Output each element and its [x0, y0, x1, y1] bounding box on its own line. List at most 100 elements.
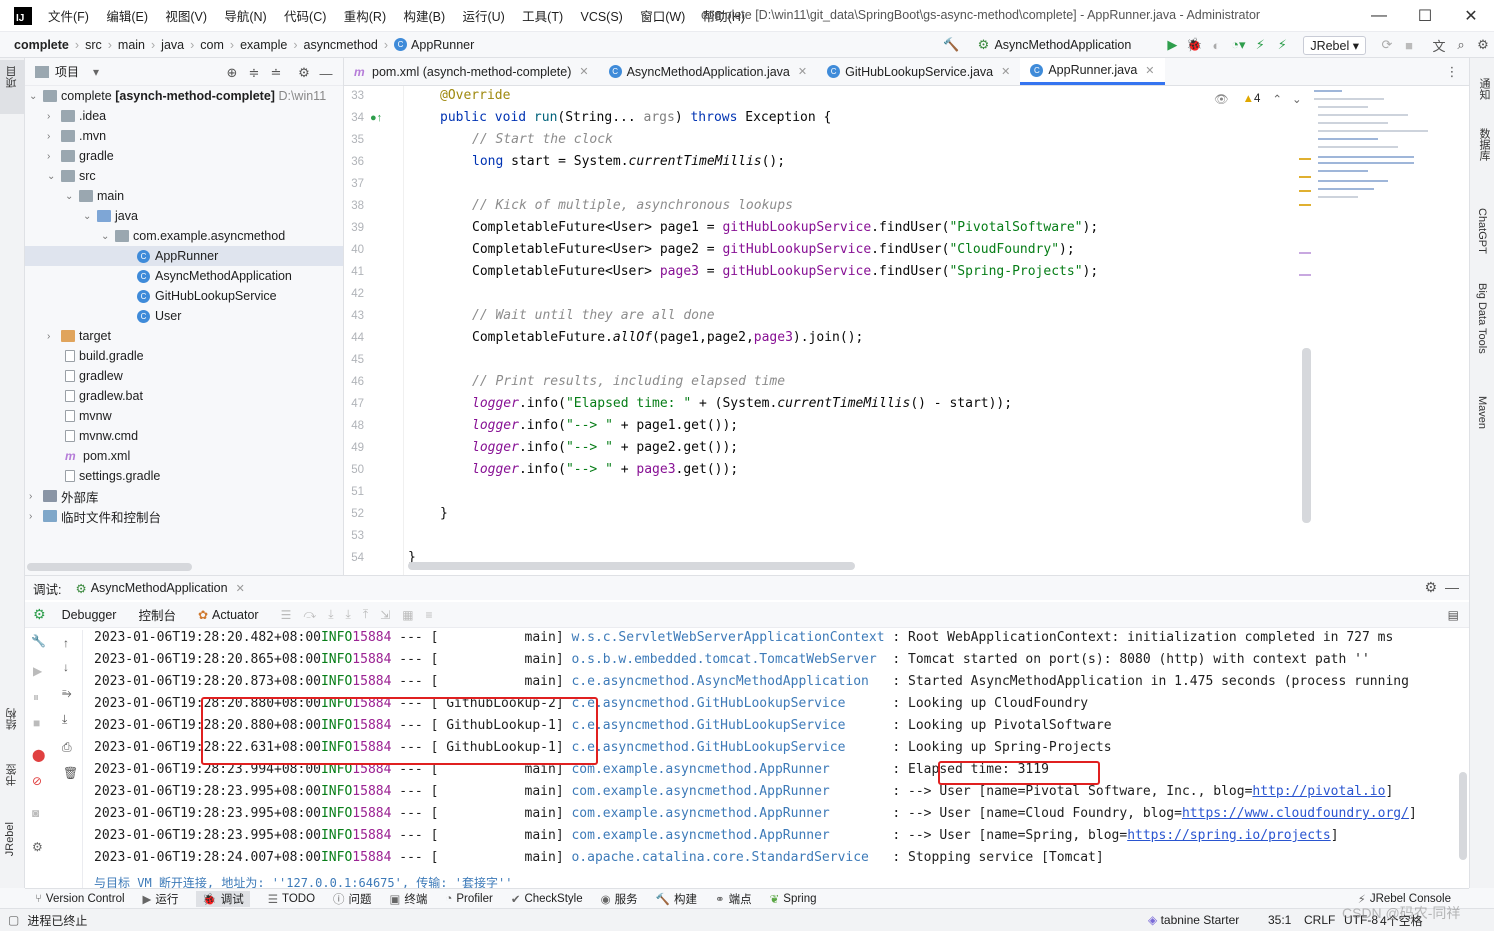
menu-code[interactable]: 代码(C)	[284, 10, 326, 24]
blog-link[interactable]: https://www.cloudfoundry.org/	[1182, 806, 1409, 828]
tool-build[interactable]: 🔨 构建	[656, 891, 697, 907]
menu-build[interactable]: 构建(B)	[403, 10, 445, 24]
run-icon[interactable]: ▶	[1161, 34, 1183, 56]
tool-run[interactable]: ▶ 运行	[143, 891, 179, 907]
breadcrumb-java[interactable]: java	[161, 38, 184, 52]
search-icon[interactable]: ⌕	[1450, 34, 1472, 56]
bookmarks-tool-label[interactable]: 书签	[4, 764, 20, 786]
maximize-icon[interactable]: ☐	[1402, 0, 1448, 32]
resume-icon[interactable]: ▶	[33, 664, 42, 678]
menu-file[interactable]: 文件(F)	[48, 10, 89, 24]
scroll-to-end-icon[interactable]: ⤓	[62, 712, 67, 727]
blog-link[interactable]: https://spring.io/projects	[1127, 828, 1331, 850]
stop-icon[interactable]: ■	[33, 716, 40, 730]
tool-checkstyle[interactable]: ✔ CheckStyle	[511, 892, 583, 906]
close-icon[interactable]: ✕	[236, 582, 245, 595]
close-icon[interactable]: ✕	[579, 65, 588, 78]
tree-item-src[interactable]: ⌄ src	[47, 166, 96, 186]
reader-mode-icon[interactable]: 👁	[1214, 92, 1229, 106]
tool-terminal[interactable]: ▣ 终端	[390, 891, 428, 907]
blog-link[interactable]: http://pivotal.io	[1252, 784, 1385, 806]
tool-endpoints[interactable]: ⚭ 端点	[715, 891, 752, 907]
print-icon[interactable]: ⎙	[62, 740, 72, 755]
tree-item-package[interactable]: ⌄ com.example.asyncmethod	[101, 226, 285, 246]
tree-item-pom[interactable]: m pom.xml	[65, 446, 130, 466]
menu-window[interactable]: 窗口(W)	[640, 10, 685, 24]
editor-vscrollbar[interactable]	[1302, 348, 1311, 523]
tree-item-gradlew[interactable]: gradlew	[65, 366, 123, 386]
project-scrollbar[interactable]	[27, 563, 192, 571]
status-panel-icon[interactable]: ▢	[8, 913, 19, 927]
tree-item-apprunner[interactable]: C AppRunner	[25, 246, 343, 266]
menu-refactor[interactable]: 重构(R)	[344, 10, 386, 24]
hide-panel-icon[interactable]: —	[315, 62, 337, 84]
tree-item-scratches[interactable]: › 临时文件和控制台	[29, 506, 161, 526]
tool-debug[interactable]: 🐞 调试	[196, 890, 250, 907]
step-out-icon[interactable]: ⤒	[363, 607, 368, 622]
profile-icon[interactable]: ◔▾	[1227, 34, 1249, 56]
breadcrumb-complete[interactable]: complete	[14, 38, 69, 52]
editor-hscrollbar[interactable]	[408, 562, 855, 570]
close-icon[interactable]: ✕	[1145, 64, 1154, 77]
hide-panel-icon[interactable]: —	[1445, 579, 1459, 595]
jrebel-debug-icon[interactable]: ⚡	[1271, 34, 1293, 56]
tree-item-idea[interactable]: › .idea	[47, 106, 106, 126]
breadcrumb-com[interactable]: com	[200, 38, 224, 52]
tree-item-external-libs[interactable]: › 外部库	[29, 486, 99, 506]
inspection-widget[interactable]: 👁 ▲ 4 ⌃ ⌄	[1214, 92, 1302, 106]
breadcrumb-main[interactable]: main	[118, 38, 145, 52]
minimap[interactable]	[1310, 86, 1440, 386]
console-output[interactable]: 2023-01-06T19:28:20.482+08:00 INFO 15884…	[85, 630, 1469, 889]
tree-item-mvnw-cmd[interactable]: mvnw.cmd	[65, 426, 138, 446]
breakpoints-icon[interactable]: ⬤	[32, 748, 45, 762]
translate-icon[interactable]: 文	[1428, 34, 1450, 56]
gear-icon[interactable]: ⚙	[293, 62, 315, 84]
tree-item-settings-gradle[interactable]: settings.gradle	[65, 466, 160, 486]
force-step-into-icon[interactable]: ⤓	[346, 607, 351, 622]
trash-icon[interactable]: 🗑	[63, 766, 78, 780]
structure-tool-label[interactable]: 结构	[4, 708, 20, 730]
tree-item-gradle[interactable]: › gradle	[47, 146, 114, 166]
database-tool-label[interactable]: 数据库	[1476, 128, 1492, 161]
hammer-icon[interactable]: 🔨	[940, 34, 962, 56]
sync-icon[interactable]: ⟳	[1376, 34, 1398, 56]
tool-spring[interactable]: ❦ Spring	[770, 892, 817, 906]
tree-item-mvn[interactable]: › .mvn	[47, 126, 106, 146]
jrebel-select[interactable]: JRebel ▾	[1303, 35, 1366, 55]
gear-icon[interactable]: ⚙	[32, 840, 43, 854]
project-tool-label[interactable]: 项目	[4, 66, 20, 88]
tab-debugger[interactable]: Debugger	[62, 608, 117, 622]
chatgpt-tool-label[interactable]: ChatGPT	[1476, 208, 1488, 254]
step-over-icon[interactable]: ⤼	[303, 607, 316, 622]
mute-breakpoints-icon[interactable]: ⊘	[32, 774, 42, 788]
tree-item-java[interactable]: ⌄ java	[83, 206, 138, 226]
tree-item-asyncmethodapplication[interactable]: C AsyncMethodApplication	[137, 266, 292, 286]
run-config-select[interactable]: AsyncMethodApplication	[994, 38, 1131, 52]
tool-profiler[interactable]: ◔ Profiler	[445, 893, 492, 905]
list-icon[interactable]: ☰	[281, 608, 292, 622]
maven-tool-label[interactable]: Maven	[1476, 396, 1488, 429]
step-into-icon[interactable]: ⤓	[328, 607, 333, 622]
debug-resume-icon[interactable]: ⚙	[33, 606, 46, 623]
gear-icon[interactable]: ⚙	[1424, 579, 1437, 596]
menu-navigate[interactable]: 导航(N)	[224, 10, 266, 24]
menu-tools[interactable]: 工具(T)	[522, 10, 563, 24]
notifications-tool-label[interactable]: 通知	[1476, 78, 1492, 100]
tab-asyncmethodapplication[interactable]: C AsyncMethodApplication.java ✕	[599, 58, 818, 85]
line-separator[interactable]: CRLF	[1304, 913, 1335, 927]
close-icon[interactable]: ✕	[1448, 0, 1494, 32]
tree-root[interactable]: ⌄ complete [asynch-method-complete] D:\w…	[29, 86, 326, 106]
debug-session-tab[interactable]: AsyncMethodApplication	[91, 581, 228, 595]
breadcrumb-apprunner[interactable]: AppRunner	[411, 38, 474, 52]
breadcrumb-example[interactable]: example	[240, 38, 287, 52]
camera-icon[interactable]: ◙	[32, 806, 39, 820]
project-header[interactable]: 项目	[55, 63, 79, 80]
bigdata-tool-label[interactable]: Big Data Tools	[1476, 283, 1488, 354]
tree-item-user[interactable]: C User	[137, 306, 181, 326]
close-icon[interactable]: ✕	[1001, 65, 1010, 78]
menu-vcs[interactable]: VCS(S)	[580, 10, 622, 24]
minimize-icon[interactable]: —	[1356, 0, 1402, 32]
soft-wrap-icon[interactable]: ⥱	[62, 686, 72, 701]
tab-actuator[interactable]: Actuator	[212, 608, 259, 622]
arrow-down-icon[interactable]: ↓	[63, 660, 69, 674]
